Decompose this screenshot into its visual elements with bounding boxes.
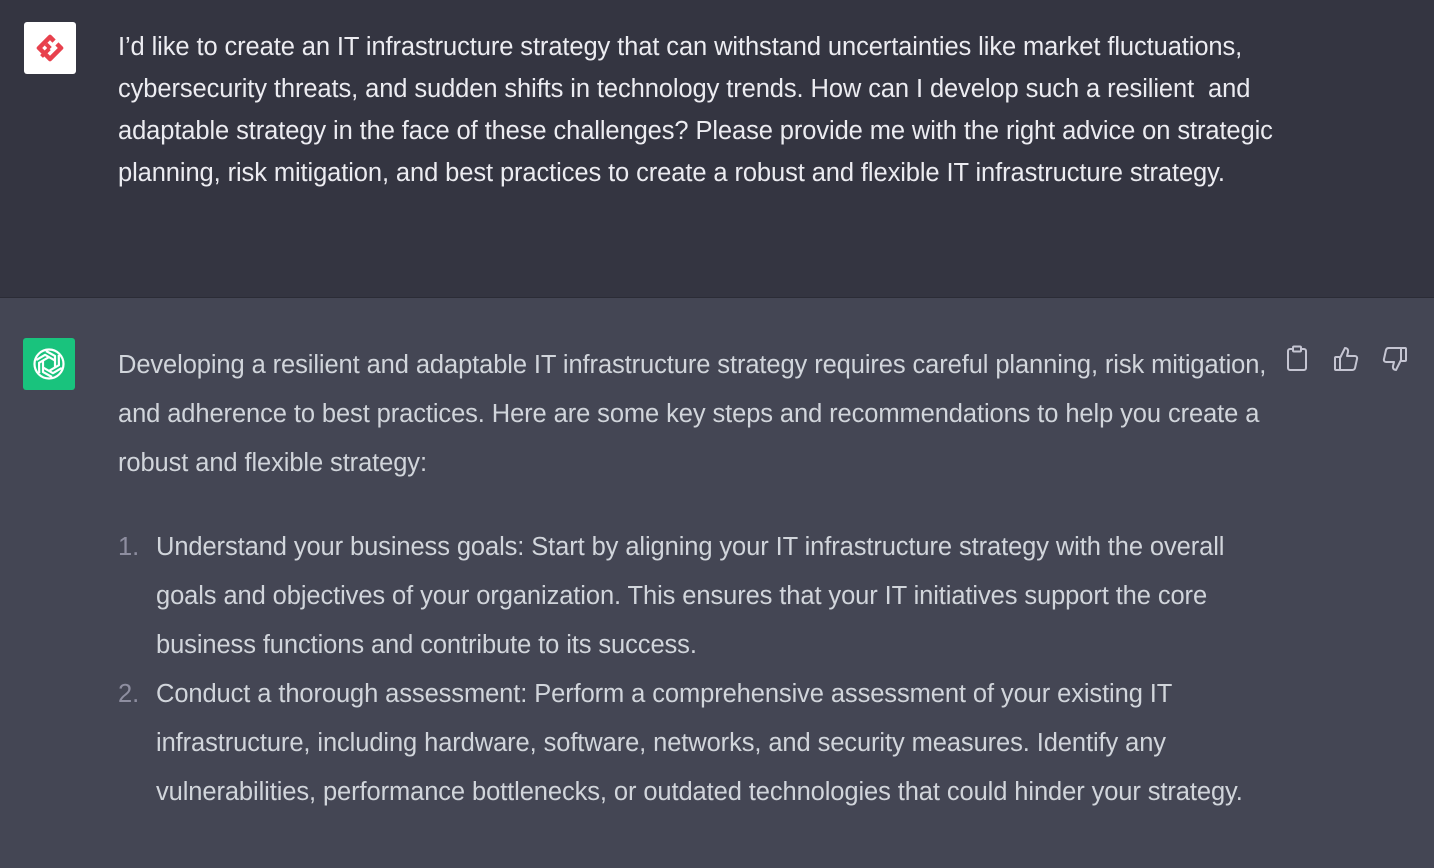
list-item: 1. Understand your business goals: Start… xyxy=(118,523,1268,670)
user-message-text: I’d like to create an IT infrastructure … xyxy=(118,26,1278,194)
list-item: 2. Conduct a thorough assessment: Perfor… xyxy=(118,670,1268,817)
thumbs-down-button[interactable] xyxy=(1380,344,1410,374)
list-item-number: 1. xyxy=(118,533,140,561)
user-avatar xyxy=(24,22,76,74)
list-item-text: Conduct a thorough assessment: Perform a… xyxy=(156,680,1243,806)
assistant-avatar xyxy=(23,338,75,390)
steps-list: 1. Understand your business goals: Start… xyxy=(118,523,1268,817)
thumbs-down-icon xyxy=(1382,347,1407,371)
assistant-intro: Developing a resilient and adaptable IT … xyxy=(118,351,1267,477)
copy-button[interactable] xyxy=(1282,344,1312,374)
thumbs-up-button[interactable] xyxy=(1331,344,1361,374)
thumbs-up-icon xyxy=(1334,347,1359,371)
user-logo-icon xyxy=(36,34,64,62)
list-item-number: 2. xyxy=(118,680,140,708)
message-actions xyxy=(1282,344,1410,374)
openai-logo-icon xyxy=(33,348,65,380)
user-message-body: I’d like to create an IT infrastructure … xyxy=(118,33,1280,187)
list-item-text: Understand your business goals: Start by… xyxy=(156,533,1225,659)
assistant-message-row: Developing a resilient and adaptable IT … xyxy=(0,298,1434,868)
user-message-row: I’d like to create an IT infrastructure … xyxy=(0,0,1434,298)
copy-icon xyxy=(1287,345,1307,371)
assistant-message-text: Developing a resilient and adaptable IT … xyxy=(118,341,1268,817)
